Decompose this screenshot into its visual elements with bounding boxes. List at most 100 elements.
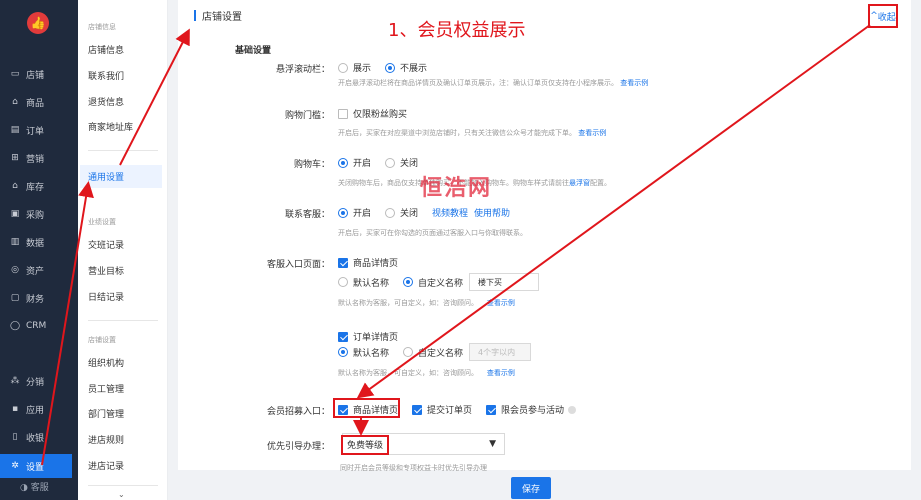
submenu-item-business-goal[interactable]: 营业目标 <box>88 264 124 277</box>
submenu-item-general-settings[interactable]: 通用设置 <box>80 165 162 188</box>
rail-item-label: 财务 <box>26 294 45 305</box>
inventory-icon: ⌂ <box>12 181 18 191</box>
annotation-title: 1、会员权益展示 <box>388 20 526 41</box>
rail-item-13[interactable]: ✲ 设置 <box>0 454 72 478</box>
rail-item-10[interactable]: ⁂ 分销 <box>0 369 78 393</box>
rail-item-7[interactable]: ◎ 资产 <box>0 258 78 282</box>
float-bar-show-radio[interactable]: 展示 <box>338 61 371 74</box>
cart-options: 开启 关闭 <box>338 156 432 169</box>
rail-item-0[interactable]: ▭ 店铺 <box>0 62 78 86</box>
float-bar-help: 开启悬浮滚动栏将在商品详情页及确认订单页展示，注：确认订单页仅支持在小程序展示。… <box>338 79 649 87</box>
threshold-label: 购物门槛： <box>284 111 330 121</box>
card-header: 店铺设置 <box>194 8 242 23</box>
watermark: 恒浩网 <box>420 176 493 201</box>
submenu-item-entry-records[interactable]: 进店记录 <box>88 459 124 472</box>
checkbox-label: 提交订单页 <box>427 406 473 416</box>
service-options: 开启 关闭 视频教程 使用帮助 <box>338 206 510 219</box>
submenu-item-shift-records[interactable]: 交班记录 <box>88 238 124 251</box>
store-icon: ▭ <box>10 69 20 79</box>
rail-item-2[interactable]: ▤ 订单 <box>0 118 78 142</box>
radio-label: 开启 <box>353 209 372 219</box>
rail-item-label: 采购 <box>26 210 45 221</box>
priority-guide-label: 优先引导办理： <box>266 442 330 452</box>
cart-label: 购物车： <box>293 160 330 170</box>
submenu-group-performance: 业绩设置 <box>88 218 116 226</box>
member-submit-order-checkbox[interactable]: 提交订单页 <box>412 403 472 416</box>
entry-name2-row: 默认名称 自定义名称 4个字以内 <box>338 343 532 361</box>
title-accent-bar <box>194 10 196 21</box>
fans-only-checkbox[interactable]: 仅限粉丝购买 <box>338 107 407 120</box>
view-example-link[interactable]: 查看示例 <box>578 129 606 137</box>
priority-help: 同时开启会员等级和专项权益卡时优先引导办理 <box>340 464 487 472</box>
custom-name2-radio[interactable]: 自定义名称 <box>403 346 463 359</box>
order-detail-checkbox[interactable]: 订单详情页 <box>338 330 398 343</box>
submenu-panel: 店铺信息 店铺信息 联系我们 退货信息 商家地址库 通用设置 业绩设置 交班记录… <box>78 0 168 500</box>
radio-label: 默认名称 <box>353 278 390 289</box>
custom-name2-input[interactable]: 4个字以内 <box>469 343 532 361</box>
submenu-item-address-book[interactable]: 商家地址库 <box>88 120 133 133</box>
rail-item-8[interactable]: ▢ 财务 <box>0 286 78 310</box>
submenu-item-staff[interactable]: 员工管理 <box>88 382 124 395</box>
radio-label: 不展示 <box>400 64 428 74</box>
rail-item-11[interactable]: ▪ 应用 <box>0 397 78 421</box>
collapse-button[interactable]: ^ 收起 <box>868 4 898 28</box>
rail-item-9[interactable]: ◯ CRM <box>0 314 78 338</box>
rail-item-label: 订单 <box>26 126 45 137</box>
product-detail-checkbox[interactable]: 商品详情页 <box>338 256 398 269</box>
rail-item-label: 资产 <box>26 266 45 277</box>
submenu-item-entry-rules[interactable]: 进店规则 <box>88 433 124 446</box>
view-example-link[interactable]: 查看示例 <box>620 79 648 87</box>
submenu-divider <box>88 150 158 151</box>
brand-logo-icon[interactable]: 👍 <box>27 12 49 34</box>
floating-window-link[interactable]: 悬浮窗 <box>569 179 590 187</box>
submenu-item-return-info[interactable]: 退货信息 <box>88 95 124 108</box>
service-off-radio[interactable]: 关闭 <box>385 206 418 219</box>
cart-off-radio[interactable]: 关闭 <box>385 156 418 169</box>
cart-on-radio[interactable]: 开启 <box>338 156 371 169</box>
default-name2-radio[interactable]: 默认名称 <box>338 346 389 359</box>
submenu-divider <box>88 485 158 486</box>
rail-item-label: 营销 <box>26 154 45 165</box>
service-help: 开启后，买家可在你勾选的页面通过客服入口与你取得联系。 <box>338 229 527 237</box>
rail-item-12[interactable]: ▯ 收银 <box>0 425 78 449</box>
view-example-link[interactable]: 查看示例 <box>487 369 515 377</box>
rail-item-4[interactable]: ⌂ 库存 <box>0 174 78 198</box>
entry-name1-row: 默认名称 自定义名称 楼下买 <box>338 273 540 291</box>
rail-item-6[interactable]: ▥ 数据 <box>0 230 78 254</box>
member-only-activity-checkbox[interactable]: 限会员参与活动 <box>486 403 577 416</box>
customer-service-link[interactable]: ◑ 客服 <box>20 480 49 493</box>
radio-label: 自定义名称 <box>418 348 464 359</box>
custom-name-input[interactable]: 楼下买 <box>469 273 540 291</box>
view-example-link[interactable]: 查看示例 <box>487 299 515 307</box>
service-on-radio[interactable]: 开启 <box>338 206 371 219</box>
rail-item-5[interactable]: ▣ 采购 <box>0 202 78 226</box>
chevron-down-icon[interactable]: ⌄ <box>118 490 125 499</box>
threshold-options: 仅限粉丝购买 <box>338 107 421 120</box>
submenu-item-department[interactable]: 部门管理 <box>88 407 124 420</box>
float-bar-options: 展示 不展示 <box>338 61 441 74</box>
rail-item-1[interactable]: ⌂ 商品 <box>0 90 78 114</box>
rail-item-label: 店铺 <box>26 70 45 81</box>
default-name-radio[interactable]: 默认名称 <box>338 276 389 289</box>
entry-page1-row: 商品详情页 <box>338 256 412 269</box>
submenu-item-shop-info[interactable]: 店铺信息 <box>88 43 124 56</box>
custom-name-radio[interactable]: 自定义名称 <box>403 276 463 289</box>
goods-icon: ⌂ <box>12 97 18 107</box>
video-tutorial-link[interactable]: 视频教程 <box>432 206 468 219</box>
help-link[interactable]: 使用帮助 <box>474 206 510 219</box>
rail-item-label: 设置 <box>26 462 45 473</box>
settings-icon: ✲ <box>11 461 19 471</box>
marketing-icon: ⊞ <box>11 153 19 163</box>
highlight-box <box>341 435 389 455</box>
submenu-item-daily-records[interactable]: 日结记录 <box>88 290 124 303</box>
submenu-item-contact[interactable]: 联系我们 <box>88 69 124 82</box>
info-icon[interactable] <box>568 405 577 414</box>
assets-icon: ◎ <box>11 265 19 275</box>
float-bar-hide-radio[interactable]: 不展示 <box>385 61 427 74</box>
rail-item-3[interactable]: ⊞ 营销 <box>0 146 78 170</box>
submenu-item-organization[interactable]: 组织机构 <box>88 356 124 369</box>
service-label: 联系客服： <box>284 210 330 220</box>
member-entry-label: 会员招募入口： <box>266 407 330 417</box>
save-button[interactable]: 保存 <box>511 477 551 499</box>
rail-item-label: 库存 <box>26 182 45 193</box>
